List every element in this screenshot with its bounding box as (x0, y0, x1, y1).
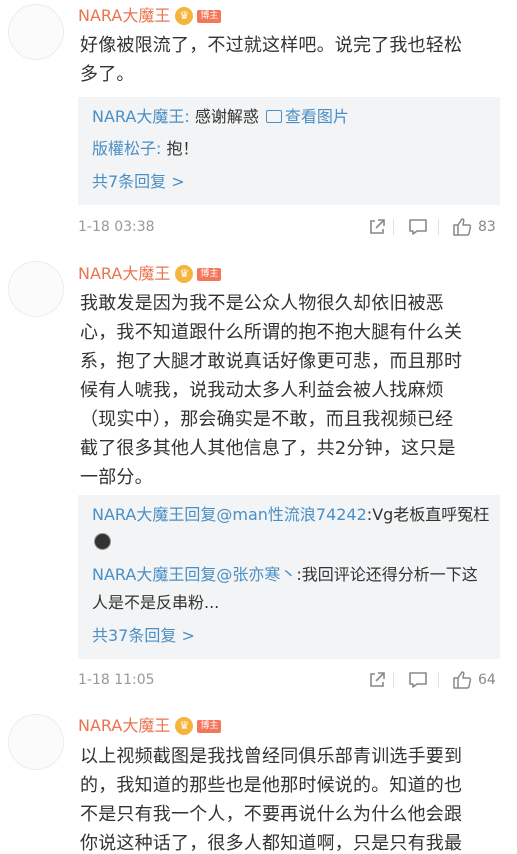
like-button[interactable]: 64 (452, 669, 496, 691)
comment-line: 好像被限流了，不过就这样吧。说完了我也轻松 (80, 35, 463, 56)
avatar[interactable] (8, 714, 64, 770)
like-button[interactable]: 83 (452, 216, 496, 238)
share-button[interactable] (368, 216, 386, 238)
crown-icon: ♛ (175, 717, 194, 735)
comment-text: 好像被限流了，不过就这样吧。说完了我也轻松 多了。 (80, 31, 500, 89)
comment-line: （现实中），那会确实是不敢，而且我视频已经 (80, 409, 454, 430)
username[interactable]: NARA大魔王 (78, 715, 170, 737)
divider (438, 672, 439, 688)
comment-line: 多了。 (80, 64, 135, 85)
share-icon (370, 219, 385, 234)
comment-time: 1-18 11:05 (78, 672, 155, 688)
reply-author[interactable]: NARA大魔王 (92, 505, 184, 524)
thumbs-up-icon (453, 671, 472, 689)
reply-item[interactable]: NARA大魔王回复@man性流浪74242:Vg老板直呼冤枉 (92, 501, 492, 557)
avatar[interactable] (8, 4, 64, 60)
like-count: 83 (478, 219, 496, 235)
more-replies-link[interactable]: 共7条回复 > (92, 169, 185, 195)
comment-text: 我敢发是因为我不是公众人物很久却依旧被恶 心，我不知道跟什么所谓的抱不抱大腿有什… (80, 289, 500, 492)
reply-box: NARA大魔王: 感谢解惑 查看图片 版權松子: 抱！ 共7条回复 > (78, 97, 500, 205)
comment-line: 我敢发是因为我不是公众人物很久却依旧被恶 (80, 293, 444, 314)
share-icon (370, 672, 385, 687)
reply-item[interactable]: NARA大魔王: 感谢解惑 查看图片 (92, 103, 492, 131)
reply-item[interactable]: 版權松子: 抱！ (92, 135, 492, 163)
username[interactable]: NARA大魔王 (78, 263, 170, 285)
crown-icon: ♛ (175, 7, 194, 25)
comment-line: 候有人唬我，说我动太多人利益会被人找麻烦 (80, 380, 444, 401)
comment-text: 以上视频截图是我找曾经同俱乐部青训选手要到 的，我知道的那些也是他那时候说的。知… (80, 742, 500, 854)
comment-button[interactable] (408, 669, 428, 691)
divider (393, 672, 394, 688)
comment-line: 以上视频截图是我找曾经同俱乐部青训选手要到 (80, 746, 463, 767)
comment-line: 心，我不知道跟什么所谓的抱不抱大腿有什么关 (80, 322, 463, 343)
author-badge: 博主 (197, 267, 222, 281)
comment-time: 1-18 03:38 (78, 219, 155, 235)
comment-header: NARA大魔王 ♛ 博主 (78, 4, 222, 28)
comment-card: NARA大魔王 ♛ 博主 好像被限流了，不过就这样吧。说完了我也轻松 多了。 N… (0, 0, 517, 245)
reply-mention[interactable]: @man性流浪74242 (216, 505, 366, 524)
comment-card: NARA大魔王 ♛ 博主 以上视频截图是我找曾经同俱乐部青训选手要到 的，我知道… (0, 712, 517, 854)
thumbs-up-icon (453, 218, 472, 236)
avatar[interactable] (8, 261, 64, 317)
reply-author[interactable]: NARA大魔王: (92, 107, 190, 126)
reply-mention[interactable]: @张亦寒丶 (216, 565, 296, 584)
reply-text: :Vg老板直呼冤枉 (366, 505, 490, 524)
reply-label: 回复 (184, 505, 217, 524)
reply-author[interactable]: NARA大魔王 (92, 565, 184, 584)
reply-text: 抱！ (161, 139, 199, 158)
reply-text: 感谢解惑 (189, 107, 264, 126)
view-image-link[interactable]: 查看图片 (285, 107, 349, 126)
comment-card: NARA大魔王 ♛ 博主 我敢发是因为我不是公众人物很久却依旧被恶 心，我不知道… (0, 257, 517, 697)
divider (438, 219, 439, 235)
comment-line: 你说这种话了，很多人都知道啊，只是只有我最 (80, 833, 463, 854)
author-badge: 博主 (197, 719, 222, 733)
picture-icon[interactable] (265, 110, 282, 123)
more-replies-link[interactable]: 共37条回复 > (92, 623, 195, 649)
like-count: 64 (478, 672, 496, 688)
comment-line: 的，我知道的那些也是他那时候说的。知道的也 (80, 775, 463, 796)
username[interactable]: NARA大魔王 (78, 5, 170, 27)
reply-label: 回复 (184, 565, 217, 584)
reply-box: NARA大魔王回复@man性流浪74242:Vg老板直呼冤枉 NARA大魔王回复… (78, 495, 500, 659)
comment-icon (409, 219, 427, 235)
share-button[interactable] (368, 669, 386, 691)
comment-footer: 1-18 03:38 83 (78, 214, 500, 240)
emoji-icon (94, 533, 111, 550)
reply-item[interactable]: NARA大魔王回复@张亦寒丶:我回评论还得分析一下这人是不是反串粉... (92, 561, 492, 617)
divider (393, 219, 394, 235)
author-badge: 博主 (197, 9, 222, 23)
reply-author[interactable]: 版權松子: (92, 139, 161, 158)
comment-line: 截了很多其他人其他信息了，共2分钟，这只是 (80, 438, 456, 459)
crown-icon: ♛ (175, 265, 194, 283)
comment-footer: 1-18 11:05 64 (78, 667, 500, 693)
comment-line: 不是只有我一个人，不要再说什么为什么他会跟 (80, 804, 463, 825)
comment-icon (409, 672, 427, 688)
comment-button[interactable] (408, 216, 428, 238)
comment-header: NARA大魔王 ♛ 博主 (78, 262, 222, 286)
comment-header: NARA大魔王 ♛ 博主 (78, 714, 222, 738)
comment-line: 系，抱了大腿才敢说真话好像更可悲，而且那时 (80, 351, 463, 372)
comment-line: 一部分。 (80, 467, 153, 488)
